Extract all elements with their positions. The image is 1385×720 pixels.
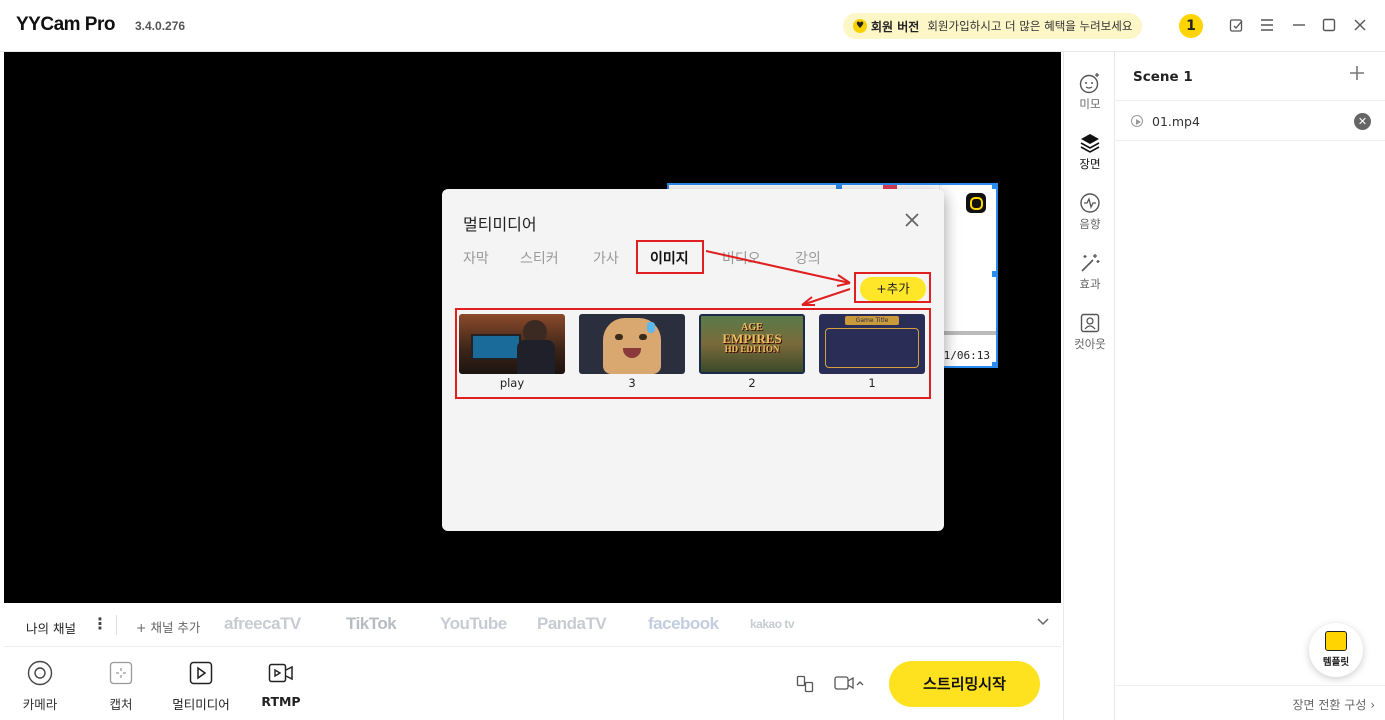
annotation-box — [636, 240, 704, 274]
tab-lyrics[interactable]: 가사 — [593, 248, 619, 268]
feedback-icon[interactable] — [1226, 15, 1246, 35]
image-caption: 1 — [868, 376, 876, 390]
rtmp-button[interactable]: RTMP — [246, 660, 316, 709]
face-icon — [1079, 72, 1101, 94]
image-thumbnail: Game Title — [819, 314, 925, 374]
image-thumbnail — [579, 314, 685, 374]
layers-icon — [1079, 132, 1101, 154]
platform-kakaotv[interactable]: kakao tv — [750, 617, 795, 631]
add-scene-icon[interactable] — [1348, 63, 1366, 88]
image-caption: 2 — [748, 376, 756, 390]
annotation-arrows — [705, 250, 851, 306]
app-version: 3.4.0.276 — [135, 19, 186, 33]
multimedia-dialog: 멀티미디어 자막 스티커 가사 이미지 비디오 강의 +추가 play 3 AG… — [442, 189, 944, 531]
scene-transition-label: 장면 전환 구성 — [1292, 698, 1367, 712]
resize-handle[interactable] — [992, 271, 998, 277]
camera-icon — [27, 660, 53, 686]
my-channel-label: 나의 채널 — [26, 621, 76, 636]
multimedia-label: 멀티미디어 — [172, 697, 230, 712]
side-nav: 미모 장면 음향 효과 컷아웃 — [1063, 52, 1115, 720]
screen-switch-icon[interactable] — [796, 675, 814, 697]
puzzle-icon — [1325, 631, 1347, 651]
chevron-down-icon[interactable] — [1036, 615, 1050, 631]
app-title: YYCam Pro — [16, 14, 115, 35]
tab-sticker[interactable]: 스티커 — [520, 248, 559, 268]
rtmp-icon — [268, 660, 294, 686]
close-icon[interactable] — [904, 209, 920, 233]
nav-audio[interactable]: 음향 — [1064, 192, 1116, 232]
image-item[interactable]: Game Title 1 — [819, 314, 925, 390]
start-streaming-button[interactable]: 스트리밍시작 — [889, 661, 1040, 707]
platform-facebook[interactable]: facebook — [648, 614, 719, 634]
multimedia-icon — [188, 660, 214, 686]
image-item[interactable]: AGE EMPIRES HD EDITION 2 — [699, 314, 805, 390]
member-banner[interactable]: ♥ 회원 버전 회원가입하시고 더 많은 혜택을 누려보세요 — [843, 13, 1143, 39]
app-logo-icon — [966, 193, 986, 213]
rtmp-label: RTMP — [261, 694, 301, 709]
heart-icon: ♥ — [853, 19, 867, 33]
platform-pandatv[interactable]: PandaTV — [537, 614, 607, 634]
nav-scene[interactable]: 장면 — [1064, 132, 1116, 172]
resize-handle[interactable] — [992, 362, 998, 368]
annotation-box — [854, 272, 931, 303]
image-thumbnail — [459, 314, 565, 374]
more-icon[interactable]: ⋮ — [92, 614, 108, 633]
chevron-right-icon: › — [1370, 698, 1375, 712]
nav-beauty[interactable]: 미모 — [1064, 72, 1116, 112]
notification-badge[interactable]: 1 — [1179, 14, 1203, 38]
image-caption: 3 — [628, 376, 636, 390]
nav-cutout[interactable]: 컷아웃 — [1064, 312, 1116, 352]
capture-icon — [108, 660, 134, 686]
remove-source-icon[interactable]: ✕ — [1354, 113, 1371, 130]
cutout-icon — [1079, 312, 1101, 334]
member-label: 회원 버전 — [871, 19, 920, 34]
add-channel-button[interactable]: + 채널 추가 — [136, 617, 200, 636]
image-thumbnail: AGE EMPIRES HD EDITION — [699, 314, 805, 374]
camera-button[interactable]: 카메라 — [5, 660, 75, 713]
platform-afreecatv[interactable]: afreecaTV — [224, 614, 301, 634]
template-label: 템플릿 — [1322, 657, 1350, 668]
divider — [116, 615, 117, 635]
tab-subtitle[interactable]: 자막 — [463, 248, 489, 268]
scene-panel: Scene 1 01.mp4 ✕ 템플릿 장면 전환 구성 › — [1115, 52, 1385, 720]
effect-icon — [1079, 252, 1101, 274]
nav-label: 미모 — [1079, 97, 1101, 111]
capture-label: 캡처 — [109, 697, 133, 712]
resize-handle[interactable] — [992, 183, 998, 189]
nav-effects[interactable]: 효과 — [1064, 252, 1116, 292]
maximize-icon[interactable] — [1319, 15, 1339, 35]
minimize-icon[interactable] — [1289, 15, 1309, 35]
capture-button[interactable]: 캡처 — [86, 660, 156, 713]
member-promo: 회원가입하시고 더 많은 혜택을 누려보세요 — [927, 19, 1133, 33]
image-item[interactable]: 3 — [579, 314, 685, 390]
title-bar: YYCam Pro 3.4.0.276 ♥ 회원 버전 회원가입하시고 더 많은… — [0, 0, 1385, 52]
template-button[interactable]: 템플릿 — [1309, 623, 1363, 677]
channel-bar: 나의 채널 ⋮ + 채널 추가 afreecaTV TikTok YouTube… — [4, 603, 1061, 647]
image-caption: play — [499, 376, 525, 390]
image-item[interactable]: play — [459, 314, 565, 390]
pip-time: 21/06:13 — [937, 349, 990, 362]
audio-icon — [1079, 192, 1101, 214]
platform-tiktok[interactable]: TikTok — [346, 614, 397, 634]
multimedia-button[interactable]: 멀티미디어 — [166, 660, 236, 713]
aoe-line3: HD EDITION — [724, 344, 780, 354]
bottom-toolbar: 카메라 캡처 멀티미디어 RTMP 스트리밍시작 — [0, 648, 1063, 720]
scene-transition-link[interactable]: 장면 전환 구성 › — [1115, 685, 1385, 720]
scene-title: Scene 1 — [1133, 69, 1193, 85]
nav-label: 장면 — [1079, 157, 1101, 171]
platform-youtube[interactable]: YouTube — [440, 614, 507, 634]
play-icon — [1131, 115, 1143, 127]
aoe-line2: EMPIRES — [722, 331, 782, 346]
nav-label: 효과 — [1079, 277, 1101, 291]
frame-banner: Game Title — [845, 316, 899, 325]
dialog-title: 멀티미디어 — [463, 215, 537, 234]
source-name: 01.mp4 — [1152, 114, 1200, 129]
nav-label: 음향 — [1079, 217, 1101, 231]
nav-label: 컷아웃 — [1074, 337, 1106, 351]
menu-icon[interactable] — [1257, 15, 1277, 35]
video-camera-icon[interactable] — [834, 675, 864, 695]
close-window-icon[interactable] — [1350, 15, 1370, 35]
source-item[interactable]: 01.mp4 ✕ — [1115, 101, 1385, 141]
camera-label: 카메라 — [22, 697, 58, 712]
